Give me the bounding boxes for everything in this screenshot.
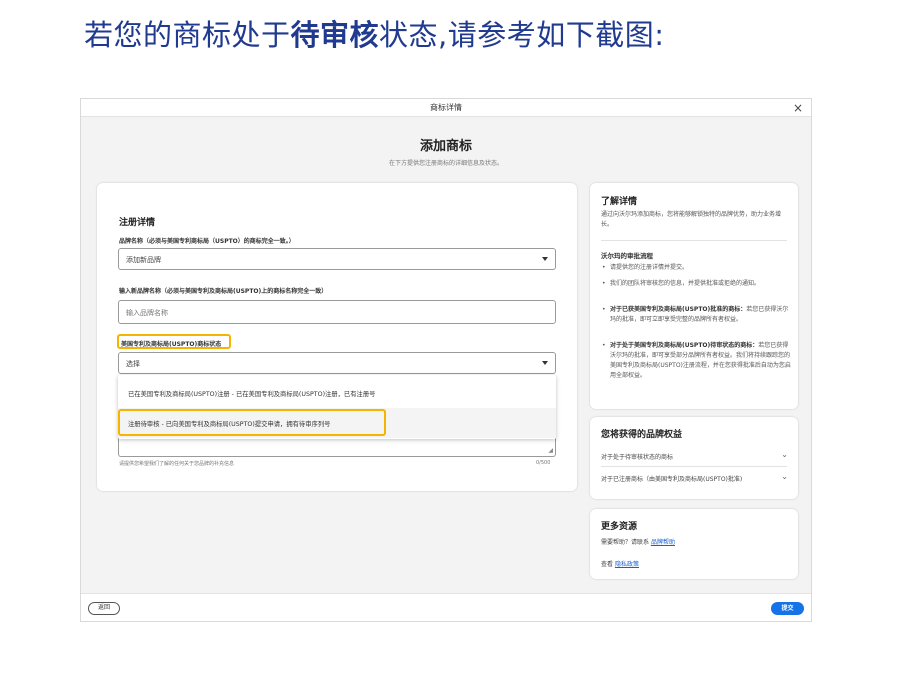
window-title: 商标详情	[430, 103, 462, 112]
new-brand-input[interactable]: 输入品牌名称	[118, 300, 556, 324]
chevron-down-icon[interactable]: ⌄	[781, 472, 788, 481]
screenshot-window: 商标详情 × 添加商标 在下方提供您注册商标的详细信息及状态。 注册详情 品牌名…	[80, 98, 812, 622]
benefits-title: 您将获得的品牌权益	[601, 430, 683, 440]
divider	[601, 466, 787, 467]
slide-heading-prefix: 若您的商标处于	[84, 18, 291, 52]
status-label-highlight	[117, 334, 231, 349]
chevron-down-icon	[542, 257, 548, 261]
page-subtitle: 在下方提供您注册商标的详细信息及状态。	[388, 160, 503, 167]
resources-card: 更多资源 需要帮助？请联系 品牌帮助 查看 隐私政策	[590, 509, 798, 579]
privacy-policy-link[interactable]: 隐私政策	[615, 561, 639, 568]
status-select-value: 选择	[126, 360, 140, 368]
brand-name-label: 品牌名称（必须与美国专利商标局（USPTO）的商标完全一致。）	[119, 238, 295, 245]
footer-bar: 返回 提交	[81, 593, 811, 621]
chevron-down-icon	[542, 361, 548, 365]
window-titlebar: 商标详情 ×	[81, 99, 811, 117]
resources-title: 更多资源	[601, 522, 638, 532]
close-icon[interactable]: ×	[793, 99, 803, 117]
notes-hint: 请提供您希望我们了解的任何关于您品牌的补充信息	[119, 461, 235, 467]
resize-handle-icon[interactable]: ◢	[548, 447, 553, 454]
learn-more-title: 了解详情	[601, 197, 638, 207]
help-line: 需要帮助？请联系 品牌帮助	[601, 539, 675, 546]
section-title: 注册详情	[119, 218, 156, 228]
slide-heading-suffix: 状态,请参考如下截图:	[379, 18, 665, 52]
process-title: 沃尔玛的审批流程	[601, 252, 653, 260]
process-bullet: 对于已获美国专利及商标局(USPTO)批准的商标：若您已获得沃尔玛的批准，即可立…	[601, 305, 793, 325]
chevron-down-icon[interactable]: ⌄	[781, 450, 788, 459]
process-bullet: 对于处于美国专利及商标局(USPTO)待审状态的商标：若您已获得沃尔玛的批准，即…	[601, 341, 793, 381]
brand-select[interactable]: 添加新品牌	[118, 248, 556, 270]
brand-benefits-card: 您将获得的品牌权益 对于处于待审核状态的商标 ⌄ 对于已注册商标（由美国专利及商…	[590, 417, 798, 499]
new-brand-label: 输入新品牌名称（必须与美国专利及商标局(USPTO)上的商标名称完全一致）	[119, 288, 328, 295]
divider	[601, 240, 787, 241]
privacy-line: 查看 隐私政策	[601, 561, 639, 568]
slide-heading-bold: 待审核	[290, 18, 380, 52]
learn-more-intro: 通过向沃尔玛添加商标，您将能够解锁独特的品牌优势，助力业务增长。	[601, 211, 782, 228]
notes-char-count: 0/500	[536, 460, 551, 466]
pending-option-highlight	[118, 409, 386, 436]
page-title: 添加商标	[419, 139, 472, 154]
submit-button[interactable]: 提交	[771, 602, 804, 615]
brand-help-link[interactable]: 品牌帮助	[651, 539, 675, 546]
benefit-accordion-registered[interactable]: 对于已注册商标（由美国专利及商标局(USPTO)批准)	[601, 474, 742, 483]
status-option-registered[interactable]: 已在美国专利及商标局(USPTO)注册 - 已在美国专利及商标局(USPTO)注…	[128, 389, 375, 398]
status-select[interactable]: 选择	[118, 352, 556, 374]
new-brand-placeholder: 输入品牌名称	[126, 309, 168, 317]
brand-select-value: 添加新品牌	[126, 256, 161, 264]
slide-heading: 若您的商标处于待审核状态,请参考如下截图:	[84, 12, 665, 54]
notes-textarea[interactable]: ◢	[118, 437, 556, 457]
back-button[interactable]: 返回	[88, 602, 120, 615]
process-bullet: 我们的团队将审核您的信息，并提供批准或拒绝的通知。	[601, 279, 793, 289]
process-bullet: 请提供您的注册详情并提交。	[601, 263, 793, 273]
learn-more-card: 了解详情 通过向沃尔玛添加商标，您将能够解锁独特的品牌优势，助力业务增长。 沃尔…	[590, 183, 798, 409]
benefit-accordion-pending[interactable]: 对于处于待审核状态的商标	[601, 452, 673, 461]
